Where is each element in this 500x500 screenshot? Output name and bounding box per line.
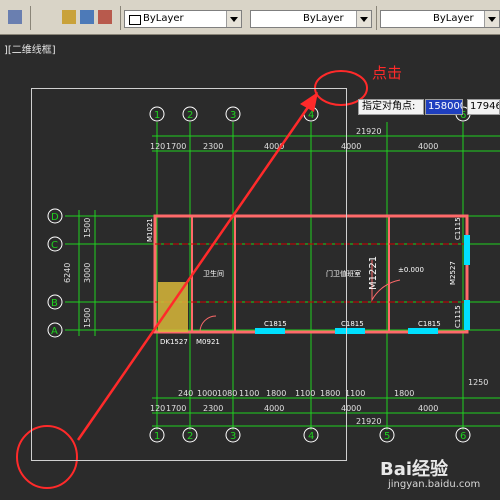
axis-label: 5: [384, 431, 390, 442]
x-coordinate-input[interactable]: 1580007: [425, 99, 463, 115]
prompt-label: 指定对角点:: [358, 99, 424, 115]
dim-top-seg: 4000: [418, 142, 438, 151]
axis-label: 6: [460, 431, 466, 442]
click-annotation: 点击: [372, 64, 403, 82]
window-label: C1815: [418, 320, 441, 328]
y-coordinate-input[interactable]: 179469: [467, 99, 500, 115]
watermark-logo: Bai经验: [380, 459, 449, 480]
window-label: C1115: [454, 305, 462, 328]
dim-bottom-right: 1250: [468, 378, 488, 387]
dim-bottom-seg: 4000: [418, 404, 438, 413]
door-label: M2527: [449, 261, 457, 285]
watermark-url: jingyan.baidu.com: [388, 479, 481, 490]
level-label: ±0.000: [398, 266, 424, 274]
dim-bottom-detail: 1800: [394, 389, 414, 398]
dim-overall-top: 21920: [356, 127, 381, 136]
plot-area-boundary: [31, 88, 347, 461]
dim-overall-bottom: 21920: [356, 417, 381, 426]
dim-bottom-detail: 1100: [345, 389, 365, 398]
door-label: M1221: [368, 256, 379, 290]
window-label: C1115: [454, 217, 462, 240]
